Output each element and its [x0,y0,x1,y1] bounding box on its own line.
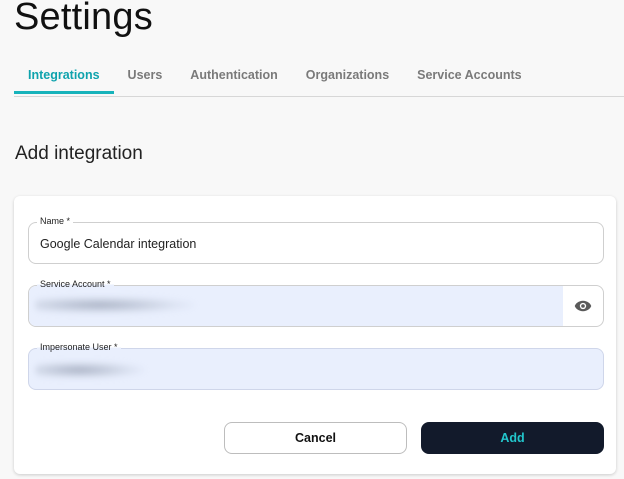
service-account-label: Service Account * [37,278,114,290]
tab-authentication[interactable]: Authentication [176,58,292,94]
redacted-value [35,296,195,314]
impersonate-user-field[interactable]: Impersonate User * [28,341,604,390]
tab-users[interactable]: Users [114,58,177,94]
add-button[interactable]: Add [421,422,604,454]
redacted-value [35,361,145,379]
name-field-value[interactable]: Google Calendar integration [40,237,196,251]
impersonate-user-label: Impersonate User * [37,341,121,353]
tab-service-accounts[interactable]: Service Accounts [403,58,535,94]
tab-integrations[interactable]: Integrations [14,58,114,94]
eye-icon [574,300,592,312]
page-title: Settings [14,0,153,38]
section-title: Add integration [15,143,143,164]
tab-organizations[interactable]: Organizations [292,58,403,94]
settings-tabs: Integrations Users Authentication Organi… [14,58,624,97]
service-account-field[interactable]: Service Account * [28,278,604,327]
add-integration-card: Name * Google Calendar integration Servi… [14,196,616,474]
name-field[interactable]: Name * Google Calendar integration [28,215,604,264]
toggle-visibility-button[interactable] [563,286,603,326]
service-account-input[interactable] [29,286,563,326]
cancel-button[interactable]: Cancel [224,422,407,454]
name-field-label: Name * [37,215,74,227]
